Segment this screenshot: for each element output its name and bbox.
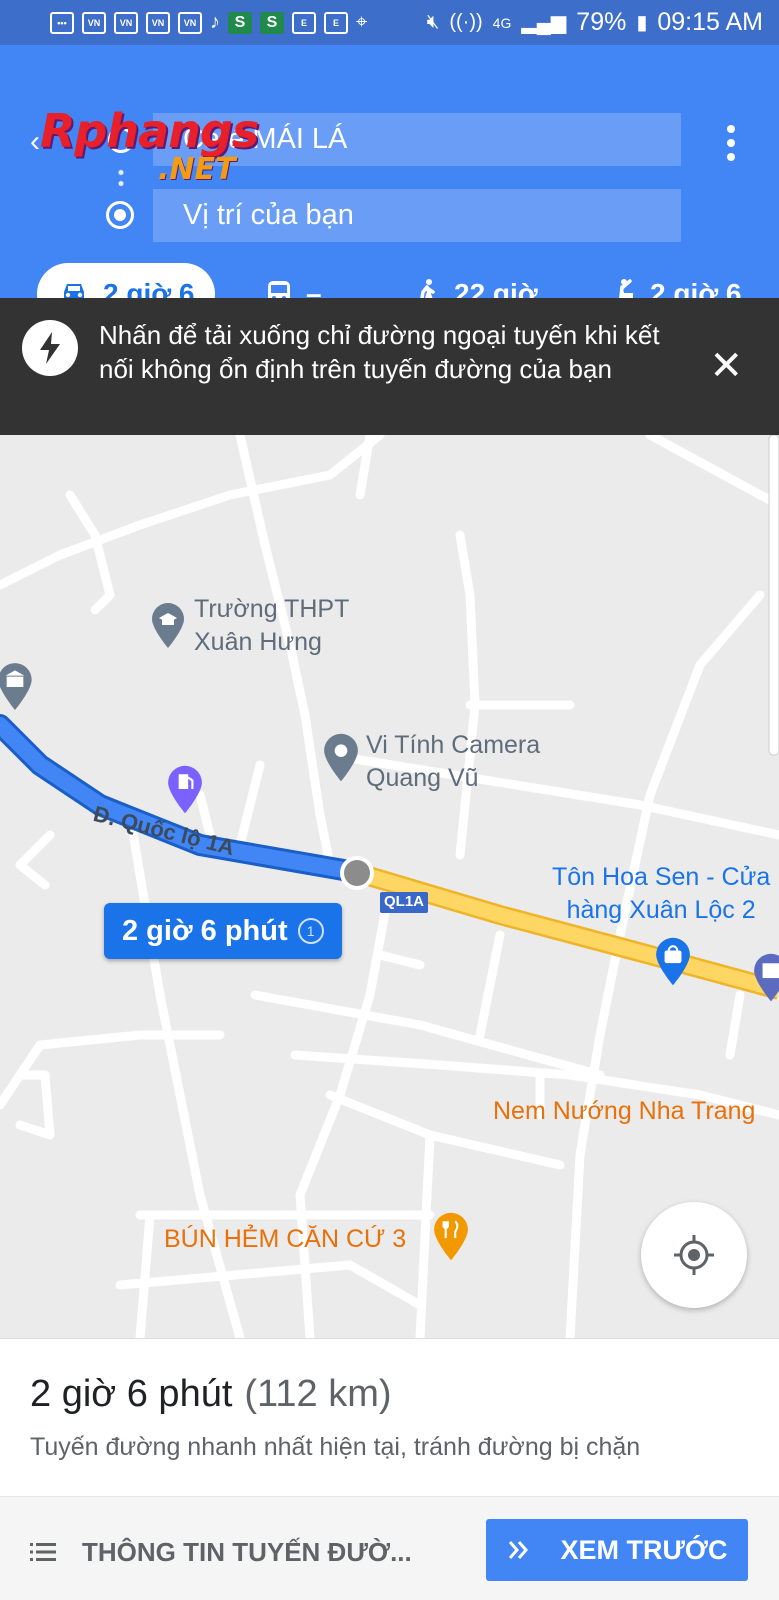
e-app-icon: E [292,11,316,34]
location-icon: ⌖ [356,11,368,33]
more-options-icon[interactable] [727,125,735,161]
offline-download-banner[interactable]: Nhấn để tải xuống chỉ đường ngoại tuyến … [0,298,779,435]
route-time-label: 2 giờ 6 phút [122,914,288,947]
sheet-actions: THÔNG TIN TUYẾN ĐƯỜ... XEM TRƯỚC [0,1496,779,1600]
back-arrow-icon[interactable]: ‹ [30,125,40,159]
list-icon [30,1543,56,1561]
mute-icon: 🔇︎ [426,11,440,33]
poi-shop-label[interactable]: Tôn Hoa Sen - Cửa hàng Xuân Lộc 2 [552,861,770,927]
museum-pin-icon [0,663,32,710]
alternate-route-icon: 1 [297,918,324,944]
tiktok-icon: ♪ [210,11,220,33]
map-view[interactable]: Trường THPT Xuân Hưng Vi Tính Camera Qua… [0,435,779,1338]
store-pin-icon [754,953,779,1002]
status-bar: ••• VN VN VN VN ♪ S S E E ⌖ 🔇︎ ((·)) 4G … [0,0,779,45]
s-app-icon: S [228,11,252,34]
poi-camera-label[interactable]: Vi Tính Camera Quang Vũ [366,729,540,795]
close-icon[interactable]: ✕ [709,346,743,386]
double-chevron-right-icon [508,1541,528,1559]
preview-button[interactable]: XEM TRƯỚC [486,1519,748,1581]
shopping-pin-icon [656,937,690,986]
news-app-icon: VN [114,11,138,34]
preview-label: XEM TRƯỚC [560,1534,728,1565]
news-app-icon: VN [82,11,106,34]
poi-nem-label[interactable]: Nem Nướng Nha Trang [493,1095,755,1128]
highway-shield: QL1A [380,892,429,913]
route-description: Tuyến đường nhanh nhất hiện tại, tránh đ… [30,1433,641,1461]
network-label: 4G [492,14,512,31]
route-info-label: THÔNG TIN TUYẾN ĐƯỜ... [82,1536,412,1567]
directions-header: ‹ Café MÁI LÁ Vị trí của bạn Rphangs .NE… [0,45,779,325]
watermark-line-2: .NET [158,152,236,187]
duration-value: 2 giờ 6 phút [30,1373,233,1415]
news-app-icon: VN [146,11,170,34]
gas-station-pin-icon [168,765,202,814]
watermark-line-1: Rphangs [40,104,259,158]
message-icon: ••• [50,11,74,34]
battery-level: 79% [576,8,627,36]
route-duration: 2 giờ 6 phút (112 km) [30,1373,392,1416]
notification-icons: ••• VN VN VN VN ♪ S S E E ⌖ [50,11,367,34]
restaurant-pin-icon [434,1212,468,1261]
destination-circle-icon [106,201,134,229]
poi-nem-name: Nem Nướng Nha Trang [493,1097,756,1125]
crosshair-icon [674,1235,714,1275]
poi-bun-label[interactable]: BÚN HẺM CĂN CỨ 3 [164,1223,406,1256]
poi-school-label[interactable]: Trường THPT Xuân Hưng [194,593,349,659]
banner-message: Nhấn để tải xuống chỉ đường ngoại tuyến … [99,320,660,384]
route-summary-sheet[interactable]: 2 giờ 6 phút (112 km) Tuyến đường nhanh n… [0,1338,779,1600]
my-location-button[interactable] [641,1202,747,1308]
clock: 09:15 AM [657,8,763,36]
lightning-icon [22,320,78,376]
battery-icon: ▮ [636,12,648,34]
s-app-icon: S [260,11,284,34]
route-time-badge[interactable]: 2 giờ 6 phút 1 [104,903,342,959]
e-app-icon: E [324,11,348,34]
school-pin-icon [152,603,184,648]
watermark-logo: Rphangs .NET [40,104,259,187]
poi-bun-name: BÚN HẺM CĂN CỨ 3 [164,1225,407,1253]
poi-school-name: Trường THPT Xuân Hưng [194,595,350,656]
route-info-button[interactable]: THÔNG TIN TUYẾN ĐƯỜ... [30,1527,412,1577]
destination-field[interactable]: Vị trí của bạn [153,189,681,242]
poi-shop-name: Tôn Hoa Sen - Cửa hàng Xuân Lộc 2 [552,863,771,924]
news-app-icon: VN [178,11,202,34]
poi-camera-name: Vi Tính Camera Quang Vũ [366,731,541,792]
signal-icon: ▂▄▆ [521,12,567,34]
place-pin-icon [324,733,358,782]
distance-value: (112 km) [244,1373,392,1415]
wifi-icon: ((·)) [449,11,483,33]
